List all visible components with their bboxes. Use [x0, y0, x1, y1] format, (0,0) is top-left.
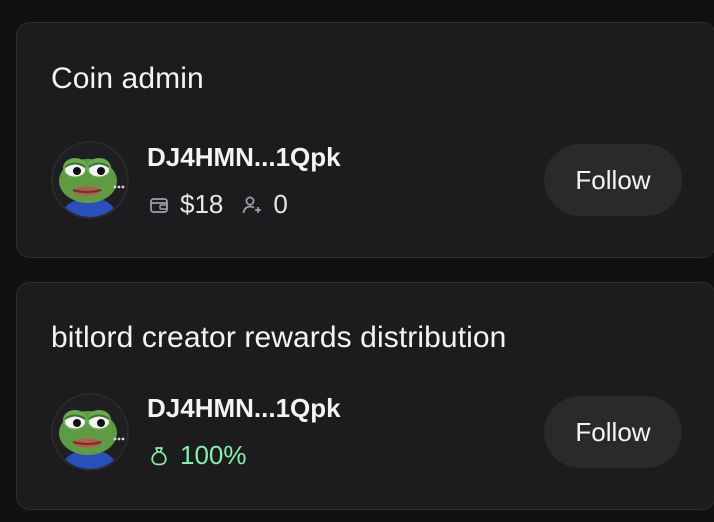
reward-share: 100%: [148, 440, 247, 471]
user-stats: $18 0: [148, 189, 288, 220]
avatar[interactable]: [51, 393, 129, 471]
followers-count: 0: [273, 189, 288, 219]
card-title: bitlord creator rewards distribution: [51, 321, 507, 354]
user-name[interactable]: DJ4HMN...1Qpk: [147, 393, 341, 424]
money-bag-icon: [148, 445, 170, 467]
pepe-frog-avatar-icon: [53, 395, 127, 469]
card-title: Coin admin: [51, 62, 204, 95]
user-name[interactable]: DJ4HMN...1Qpk: [147, 142, 341, 173]
rewards-distribution-card: bitlord creator rewards distribution DJ4…: [16, 282, 714, 510]
reward-percent: 100%: [180, 440, 247, 470]
wallet-balance: $18: [180, 189, 224, 219]
follow-button[interactable]: Follow: [544, 396, 682, 468]
coin-admin-card: Coin admin DJ4HMN...1Qpk $18 0 Follow: [16, 22, 714, 258]
user-plus-icon: [241, 194, 263, 216]
pepe-frog-avatar-icon: [53, 143, 127, 217]
wallet-icon: [148, 194, 170, 216]
follow-button[interactable]: Follow: [544, 144, 682, 216]
avatar[interactable]: [51, 141, 129, 219]
